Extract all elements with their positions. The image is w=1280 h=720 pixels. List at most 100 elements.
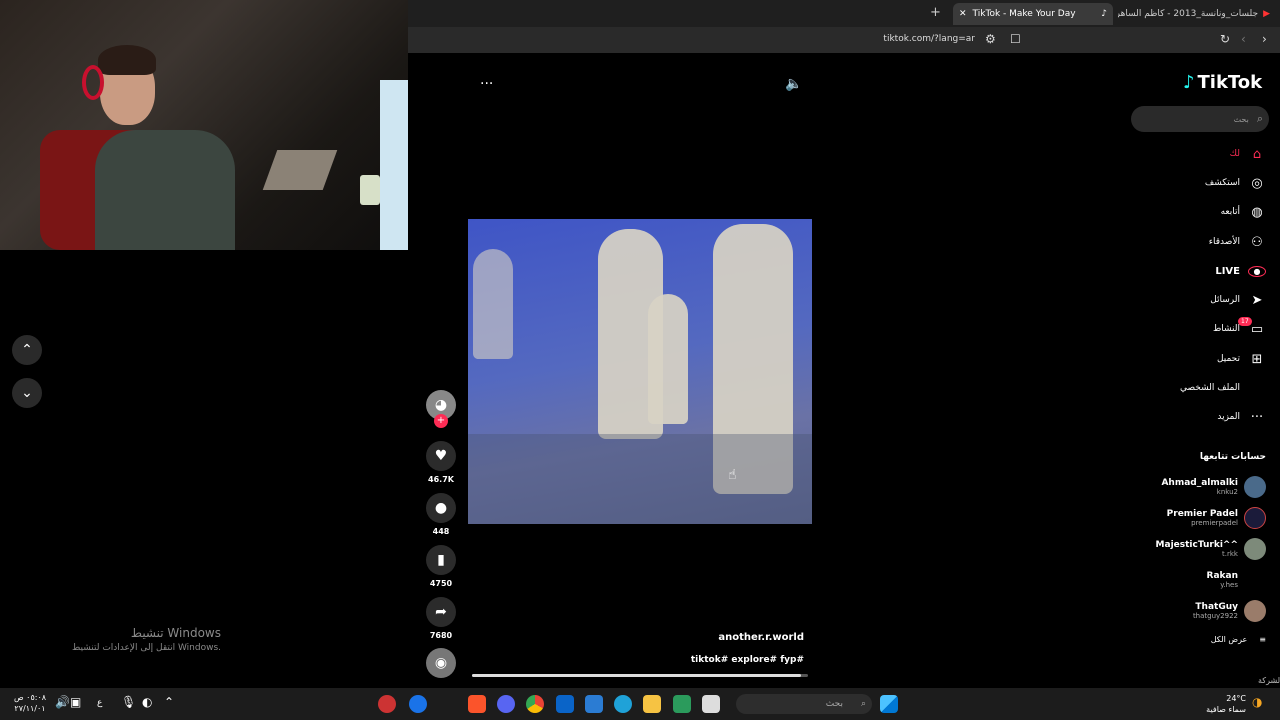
nav-friends[interactable]: الأصدقاء ⚇ — [1140, 231, 1266, 253]
app-tray-icon[interactable]: ◐ — [142, 695, 152, 709]
previous-video-button[interactable]: ⌃ — [12, 335, 42, 365]
following-item[interactable]: Rakan y.hes — [1140, 569, 1266, 591]
chevron-down-icon: ⌄ — [21, 385, 33, 401]
video-progress-bar[interactable] — [472, 674, 808, 677]
video-username[interactable]: another.r.world — [600, 632, 804, 643]
username: thatguy2922 — [1192, 612, 1238, 620]
see-all-link[interactable]: عرض الكل ≡ — [1140, 635, 1266, 644]
more-options-icon[interactable]: ··· — [480, 76, 493, 92]
bookmark-save-icon: ▮ — [426, 545, 456, 575]
following-item[interactable]: ThatGuy thatguy2922 — [1140, 600, 1266, 622]
nav-profile[interactable]: الملف الشخصي — [1140, 377, 1266, 399]
nav-following[interactable]: أتابعه ◍ — [1140, 201, 1266, 223]
store-app-icon[interactable] — [585, 695, 603, 713]
url-text[interactable]: tiktok.com/?lang=ar — [850, 34, 975, 44]
video-player[interactable] — [468, 219, 812, 524]
weather-text: سماء صافية — [1206, 705, 1246, 714]
mic-tray-icon[interactable]: 🎙 — [121, 695, 136, 709]
following-title: حسابات تتابعها — [1199, 452, 1266, 462]
comment-button[interactable]: ● 448 — [426, 493, 456, 536]
forward-icon[interactable]: › — [1262, 32, 1267, 46]
search-icon[interactable]: ⌕ — [1257, 112, 1263, 126]
search-input[interactable]: بحث ⌕ — [1131, 106, 1269, 132]
share-button[interactable]: ➦ 7680 — [426, 597, 456, 640]
following-item[interactable]: MajesticTurki^^ t.rkk — [1140, 538, 1266, 560]
nav-for-you[interactable]: لك ⌂ — [1140, 143, 1266, 165]
nav-explore[interactable]: استكشف ◎ — [1140, 172, 1266, 194]
avatar — [1244, 538, 1266, 560]
nav-label: المزيد — [1217, 412, 1240, 422]
nav-label: الأصدقاء — [1208, 237, 1240, 247]
avatar — [1244, 569, 1266, 591]
tab-tiktok[interactable]: ✕ TikTok - Make Your Day ♪ — [953, 3, 1113, 25]
chevron-up-tray-icon[interactable]: ⌃ — [164, 695, 174, 709]
nav-upload[interactable]: تحميل ⊞ — [1140, 348, 1266, 370]
send-icon: ➤ — [1251, 292, 1263, 308]
back-icon[interactable]: ‹ — [1241, 32, 1246, 46]
activity-badge: 17 — [1238, 316, 1252, 326]
avatar — [1244, 600, 1266, 622]
tiktok-logo[interactable]: ♪ TikTok — [1183, 72, 1262, 93]
explorer-app-icon[interactable] — [643, 695, 661, 713]
new-tab-button[interactable]: + — [930, 5, 941, 20]
live-icon: ● — [1248, 265, 1266, 277]
save-button[interactable]: ▮ 4750 — [426, 545, 456, 588]
bookmark-icon[interactable]: ☐ — [1010, 32, 1021, 46]
follow-plus-icon[interactable]: + — [434, 414, 448, 428]
nav-activity[interactable]: النشاط ▭ 17 — [1140, 316, 1266, 340]
tab-title: #جلسات_ونانسة_2013 - كاظم الساهر — [1118, 9, 1259, 19]
home-icon: ⌂ — [1252, 146, 1262, 162]
obs-app-icon[interactable] — [378, 695, 396, 713]
display-name: Ahmad_almalki — [1161, 478, 1238, 488]
ground — [468, 434, 812, 524]
close-tab-icon[interactable]: ✕ — [959, 9, 967, 19]
following-item[interactable]: Premier Padel premierpadel — [1140, 507, 1266, 529]
share-icon: ➦ — [426, 597, 456, 627]
terminal-app-icon[interactable] — [702, 695, 720, 713]
tab-youtube[interactable]: #جلسات_ونانسة_2013 - كاظم الساهر ▶ — [1118, 3, 1280, 25]
next-video-button[interactable]: ⌄ — [12, 378, 42, 408]
site-settings-icon[interactable]: ⚙ — [985, 32, 996, 46]
app-icon[interactable] — [409, 695, 427, 713]
app-icon[interactable] — [673, 695, 691, 713]
outlook-app-icon[interactable] — [556, 695, 574, 713]
friends-icon: ⚇ — [1251, 234, 1263, 250]
volume-icon[interactable]: 🔈 — [785, 76, 802, 92]
username: premierpadel — [1191, 519, 1238, 527]
windows-start-icon[interactable] — [880, 695, 898, 713]
webcam-overlay — [0, 0, 408, 250]
weather-widget[interactable]: 24°C سماء صافية — [1190, 693, 1246, 715]
clock[interactable]: ٠٥:٠٨ ص ٢٧/١١/٠١ — [10, 692, 50, 714]
edge-app-icon[interactable] — [614, 695, 632, 713]
nav-messages[interactable]: الرسائل ➤ — [1140, 289, 1266, 311]
person-shirt — [95, 130, 235, 250]
following-item[interactable]: Ahmad_almalki knku2 — [1140, 476, 1266, 498]
display-name: MajesticTurki^^ — [1155, 540, 1238, 550]
nav-live[interactable]: LIVE ● — [1140, 260, 1266, 282]
sound-disc-button[interactable]: ◉ — [426, 648, 456, 678]
address-bar[interactable] — [408, 27, 1280, 53]
compass-icon: ◎ — [1251, 175, 1263, 191]
reload-icon[interactable]: ↻ — [1220, 32, 1230, 46]
footer-company[interactable]: الشركة — [1258, 676, 1280, 685]
volume-tray-icon[interactable]: 🔊 — [55, 695, 70, 709]
nav-label: لك — [1229, 149, 1240, 159]
youtube-favicon-icon: ▶ — [1263, 9, 1270, 19]
taskbar — [0, 688, 1280, 720]
chrome-app-icon[interactable] — [526, 695, 544, 713]
monitor-light — [380, 80, 408, 250]
nav-more[interactable]: المزيد ··· — [1140, 406, 1266, 428]
like-button[interactable]: ♥ 46.7K — [426, 441, 456, 484]
desk-paper — [262, 150, 338, 190]
creator-avatar-button[interactable]: ◕ + — [426, 390, 456, 428]
headset — [82, 65, 104, 100]
brave-app-icon[interactable] — [468, 695, 486, 713]
activate-windows-title: تنشيط Windows — [130, 626, 221, 640]
discord-app-icon[interactable] — [497, 695, 515, 713]
video-caption[interactable]: tiktok# explore# fyp# — [600, 655, 804, 665]
avatar-icon: ◍ — [1251, 204, 1263, 220]
username: knku2 — [1216, 488, 1238, 496]
network-tray-icon[interactable]: ▣ — [70, 695, 81, 709]
taskbar-search[interactable]: بحث ⌕ — [736, 694, 872, 714]
language-indicator[interactable]: ع — [97, 698, 102, 708]
